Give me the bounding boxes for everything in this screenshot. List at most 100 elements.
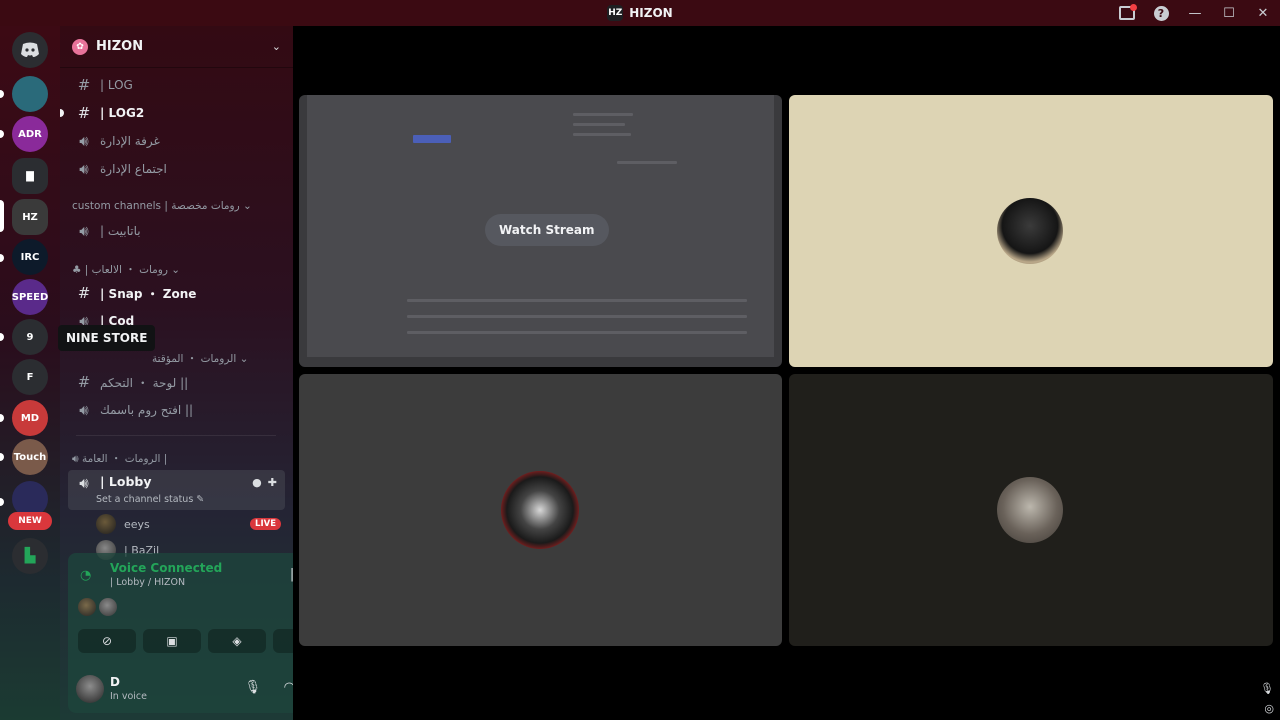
participant-tile[interactable] [789, 374, 1273, 646]
preview-text [573, 113, 633, 116]
microphone-icon[interactable]: 🎙︎ [1260, 682, 1274, 695]
participant-tile[interactable] [299, 374, 782, 646]
preview-button [413, 135, 451, 143]
camera-off-icon[interactable]: ⊘ [78, 629, 136, 653]
avatar [997, 477, 1063, 543]
category-custom[interactable]: custom channels | رومات مخصصة ⌄ [72, 200, 252, 212]
server-icon[interactable]: IRC [12, 239, 48, 275]
preview-text [573, 133, 631, 136]
folder-icon[interactable]: ▇ [12, 158, 48, 194]
category-label: | رومات ・ الالعاب [84, 264, 168, 276]
user-panel: D In voice 🎙︎ ◠ ⚙ [76, 673, 293, 705]
folder-icon-green[interactable]: ▙ [12, 538, 48, 574]
voice-participants [78, 598, 117, 616]
microphone-icon[interactable]: 🎙︎ [244, 680, 261, 695]
unread-pill [0, 254, 4, 262]
new-badge[interactable]: NEW [8, 512, 52, 530]
channel-log[interactable]: # | LOG [68, 72, 285, 98]
chat-bubble-icon[interactable]: ● [252, 476, 262, 489]
signal-icon[interactable]: ◔ [80, 568, 91, 583]
member-name: eeys [124, 517, 150, 531]
server-icon[interactable]: SPEED [12, 279, 48, 315]
channel-control-panel[interactable]: # لوحة ・ التحكم || [68, 369, 285, 395]
avatar[interactable] [76, 675, 104, 703]
channel-label: | LOG [100, 78, 133, 92]
participant-tile[interactable] [789, 95, 1273, 367]
voice-status[interactable]: Voice Connected [110, 561, 222, 575]
server-icon[interactable]: F [12, 359, 48, 395]
server-icon-nine-store[interactable]: 9 [12, 319, 48, 355]
inbox-icon[interactable] [1110, 0, 1144, 26]
unread-pill [0, 130, 4, 138]
add-member-icon[interactable]: ✚ [268, 476, 277, 489]
guild-header[interactable]: ✿ HIZON ⌄ [60, 26, 293, 68]
avatar [501, 471, 579, 549]
pencil-icon: ✎ [196, 494, 205, 505]
channel-label: غرفة الإدارة [100, 134, 160, 148]
settings-icon[interactable]: ◎ [1264, 702, 1274, 715]
channel-label: لوحة ・ التحكم || [100, 375, 189, 390]
voice-location[interactable]: | Lobby / HIZON [110, 577, 185, 588]
headphones-icon[interactable]: ◠ [284, 680, 293, 695]
channel-admin-room[interactable]: 🔊︎ غرفة الإدارة [68, 128, 285, 154]
speaker-icon: 🔊︎ [79, 222, 89, 240]
discord-home-icon[interactable] [12, 32, 48, 68]
preview-text [407, 315, 747, 318]
category-label: الرومات ・ العامة | [81, 453, 168, 465]
unread-pill [0, 453, 4, 461]
server-icon[interactable]: Touch [12, 439, 48, 475]
avatar[interactable] [99, 598, 117, 616]
unread-pill [0, 90, 4, 98]
voice-actions: ⊘ ▣ ◈ ✦ [78, 629, 293, 653]
category-general[interactable]: 🔊︎ الرومات ・ العامة | [72, 451, 167, 466]
maximize-button[interactable]: ☐ [1212, 0, 1246, 26]
speaker-icon: 🔊︎ [79, 132, 89, 150]
hash-icon: # [77, 104, 91, 122]
channel-label: اجتماع الإدارة [100, 162, 167, 176]
speaker-icon: 🔊︎ [79, 160, 89, 178]
activity-icon[interactable]: ◈ [208, 629, 266, 653]
channel-open-room[interactable]: 🔊︎ افتح روم باسمك || [68, 397, 285, 423]
window-title-text: HIZON [629, 6, 673, 20]
minimize-button[interactable]: — [1178, 0, 1212, 26]
guild-boost-icon: ✿ [72, 38, 88, 55]
avatar [997, 198, 1063, 264]
category-temp[interactable]: الرومات ・ المؤقتة ⌄ [152, 351, 248, 366]
preview-text [407, 299, 747, 302]
channel-admin-meeting[interactable]: 🔊︎ اجتماع الإدارة [68, 156, 285, 182]
channel-sidebar: ✿ HIZON ⌄ # | LOG # | LOG2 🔊︎ غرفة الإدا… [60, 26, 293, 720]
server-icon[interactable] [12, 76, 48, 112]
chevron-down-icon: ⌄ [271, 40, 281, 53]
user-name[interactable]: D [110, 675, 120, 689]
screen-share-icon[interactable]: ▣ [143, 629, 201, 653]
hash-icon: # [77, 76, 91, 94]
window-title: HZ HIZON [607, 5, 673, 21]
server-icon[interactable]: MD [12, 400, 48, 436]
server-icon-hizon[interactable]: HZ [12, 199, 48, 235]
channel-label: افتح روم باسمك || [100, 403, 194, 417]
unread-pill [0, 414, 4, 422]
soundboard-icon[interactable]: ✦ [273, 629, 293, 653]
stream-tile[interactable]: Watch Stream [299, 95, 782, 367]
watch-stream-button[interactable]: Watch Stream [485, 214, 609, 246]
channel-label: | Snap ・ Zone [100, 286, 197, 301]
channel-status[interactable]: Set a channel status ✎ [96, 494, 204, 505]
hash-icon: # [77, 284, 91, 302]
channel-batabit[interactable]: 🔊︎ | باتابيت [68, 218, 285, 244]
title-bar: HZ HIZON ? — ☐ ✕ [0, 0, 1280, 26]
voice-connection: ◔ Voice Connected | Lobby / HIZON ||| ☎ [76, 561, 293, 593]
voice-member[interactable]: eeys LIVE [96, 512, 281, 536]
close-button[interactable]: ✕ [1246, 0, 1280, 26]
category-games[interactable]: ♣ | رومات ・ الالعاب ⌄ [72, 262, 180, 277]
channel-status-label: Set a channel status [96, 494, 194, 505]
unread-pill [0, 333, 4, 341]
help-icon[interactable]: ? [1144, 0, 1178, 26]
channel-snap-zone[interactable]: # | Snap ・ Zone [68, 280, 285, 306]
channel-log2[interactable]: # | LOG2 [60, 100, 285, 126]
avatar[interactable] [78, 598, 96, 616]
category-label: custom channels | رومات مخصصة [72, 200, 240, 212]
channel-label: | Lobby [100, 474, 152, 489]
hash-icon: # [77, 373, 91, 391]
server-icon[interactable]: ADR [12, 116, 48, 152]
user-status: In voice [110, 691, 147, 702]
